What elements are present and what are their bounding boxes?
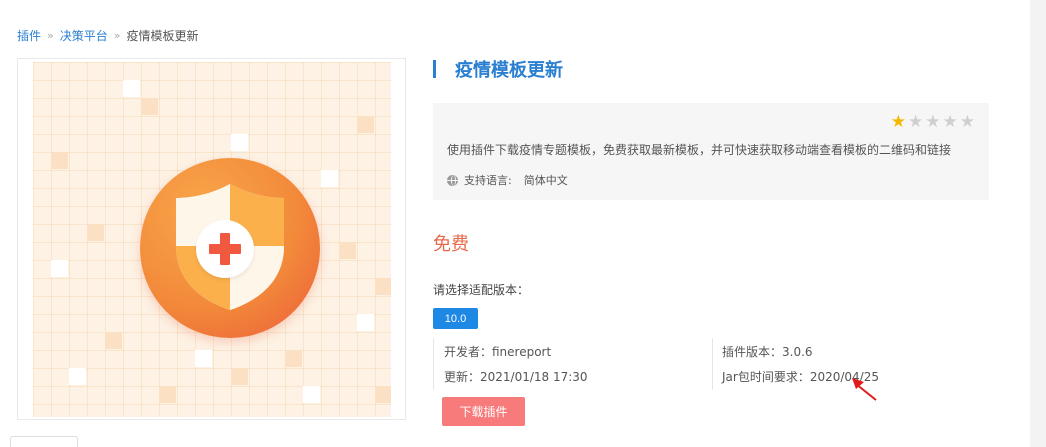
star-empty-icon[interactable]: ★ xyxy=(943,114,958,131)
decor-tile xyxy=(357,314,374,331)
bottom-tab[interactable] xyxy=(10,436,78,447)
decor-tile xyxy=(87,224,104,241)
version-option-button[interactable]: 10.0 xyxy=(433,308,478,329)
decor-tile xyxy=(303,386,320,403)
decor-tile xyxy=(105,332,122,349)
decor-tile xyxy=(285,350,302,367)
plugin-description: 使用插件下载疫情专题模板，免费获取最新模板，并可快速获取移动端查看模板的二维码和… xyxy=(447,143,952,157)
plugin-version-info: 插件版本：3.0.6 xyxy=(722,345,813,359)
breadcrumb-current: 疫情模板更新 xyxy=(126,29,199,43)
decor-tile xyxy=(141,98,158,115)
shield-plus-icon xyxy=(140,158,320,338)
plugin-detail-card: 插件 » 决策平台 » 疫情模板更新 疫情模板更新 ★ ★ ★ ★ ★ 使用插件… xyxy=(0,0,1030,447)
version-label: 请选择适配版本： xyxy=(433,283,530,297)
decor-tile xyxy=(69,368,86,385)
star-empty-icon[interactable]: ★ xyxy=(908,114,923,131)
title-accent-bar xyxy=(433,60,436,78)
decor-tile xyxy=(51,152,68,169)
decor-tile xyxy=(375,278,391,295)
decor-tile xyxy=(357,116,374,133)
decor-tile xyxy=(51,260,68,277)
annotation-arrow-icon xyxy=(852,378,877,401)
decor-tile xyxy=(339,242,356,259)
breadcrumb-separator: » xyxy=(113,29,121,42)
breadcrumb: 插件 » 决策平台 » 疫情模板更新 xyxy=(17,27,199,44)
decor-tile xyxy=(159,386,176,403)
star-empty-icon[interactable]: ★ xyxy=(960,114,975,131)
decor-tile xyxy=(231,368,248,385)
rating-stars: ★ ★ ★ ★ ★ xyxy=(891,114,975,131)
language-value: 简体中文 xyxy=(523,174,568,187)
decor-tile xyxy=(375,386,391,403)
plugin-image-frame xyxy=(17,58,406,420)
plugin-title: 疫情模板更新 xyxy=(455,60,563,81)
plugin-description-box: ★ ★ ★ ★ ★ 使用插件下载疫情专题模板，免费获取最新模板，并可快速获取移动端查看模… xyxy=(433,103,989,200)
breadcrumb-link-plugins[interactable]: 插件 xyxy=(17,27,41,44)
decor-tile xyxy=(231,134,248,151)
breadcrumb-separator: » xyxy=(47,29,54,42)
supported-language-row: 支持语言: 简体中文 xyxy=(447,172,568,188)
medical-cross-icon xyxy=(196,220,254,278)
breadcrumb-link-decision-platform[interactable]: 决策平台 xyxy=(60,27,108,44)
language-label: 支持语言: xyxy=(464,174,512,187)
info-divider xyxy=(433,338,434,390)
price: 免费 xyxy=(433,234,469,255)
page-gutter xyxy=(1030,0,1046,447)
decor-tile xyxy=(321,170,338,187)
plugin-cover-image xyxy=(33,62,391,417)
decor-tile xyxy=(195,350,212,367)
updated-info: 更新：2021/01/18 17:30 xyxy=(444,370,588,384)
download-plugin-button[interactable]: 下载插件 xyxy=(442,397,525,426)
info-divider xyxy=(712,338,713,390)
star-empty-icon[interactable]: ★ xyxy=(925,114,940,131)
star-filled-icon[interactable]: ★ xyxy=(891,114,906,131)
developer-info: 开发者：finereport xyxy=(444,345,552,359)
decor-tile xyxy=(123,80,140,97)
globe-icon xyxy=(447,174,458,186)
